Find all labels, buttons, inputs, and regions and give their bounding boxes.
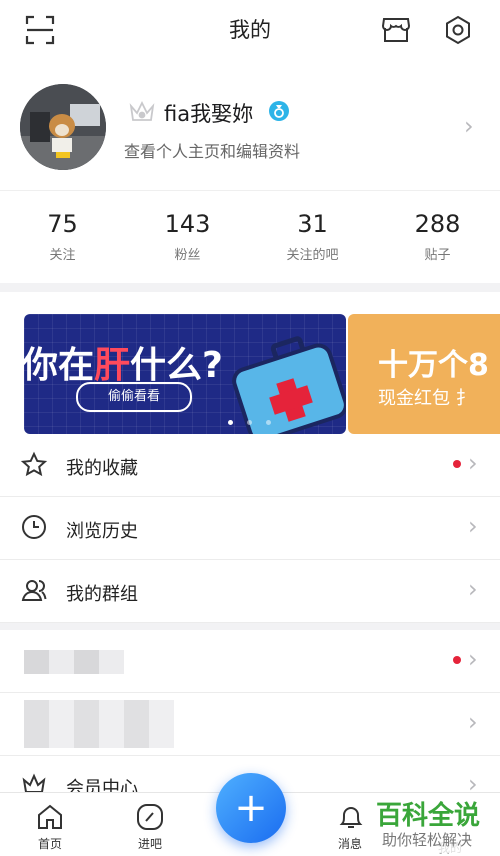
nav-label-messages[interactable]: 消息 [320, 835, 380, 852]
carousel-indicator [228, 410, 272, 429]
watermark-subtitle: 助你轻松解决 [382, 831, 473, 849]
avatar[interactable] [20, 84, 106, 170]
bell-icon[interactable] [336, 803, 366, 831]
group-icon [20, 576, 50, 606]
stat-value: 143 [164, 210, 211, 238]
stat-label: 关注的吧 [286, 248, 339, 263]
watermark: 百科全说 助你轻松解决 [372, 793, 496, 853]
notification-dot [453, 656, 461, 664]
nav-label-bars[interactable]: 进吧 [120, 835, 180, 852]
chevron-right-icon[interactable]: › [464, 112, 474, 140]
chevron-right-icon: › [468, 575, 478, 603]
stat-label: 关注 [49, 248, 76, 263]
chevron-right-icon: › [468, 449, 478, 477]
banner-headline: 十万个8 [378, 348, 489, 383]
clock-icon [20, 513, 50, 543]
stat-value: 31 [297, 210, 328, 238]
profile-subtitle: 查看个人主页和编辑资料 [124, 142, 301, 161]
store-icon[interactable] [380, 14, 412, 46]
verified-badge-icon [268, 100, 290, 122]
banner-highlight: 肝 [94, 345, 131, 386]
star-icon [20, 451, 50, 481]
plus-icon: + [234, 785, 268, 831]
banner-subtext: 现金红包 扌 [378, 388, 474, 409]
banner-button[interactable]: 偷偷看看 [76, 382, 192, 412]
banner-headline: 你在肝什么? [24, 336, 223, 388]
menu-label: 我的群组 [66, 584, 138, 605]
stat-label: 贴子 [424, 248, 451, 263]
stat-fans[interactable]: 143 粉丝 [125, 210, 250, 263]
watermark-title: 百科全说 [376, 801, 481, 831]
post-button[interactable]: + [216, 773, 286, 843]
stat-value: 75 [47, 210, 78, 238]
banner-text: 你在 [24, 345, 95, 386]
stat-value: 288 [414, 210, 461, 238]
username: fia我娶妳 [164, 102, 254, 126]
banner-slide[interactable]: 你在肝什么? 偷偷看看 [24, 314, 346, 434]
page-title: 我的 [229, 18, 271, 42]
stat-posts[interactable]: 288 贴子 [375, 210, 500, 263]
notification-dot [453, 460, 461, 468]
stat-followed-bars[interactable]: 31 关注的吧 [250, 210, 375, 263]
menu-label: 我的收藏 [66, 458, 138, 479]
chevron-right-icon: › [468, 708, 478, 736]
banner-text: 什么? [130, 345, 223, 386]
chevron-right-icon: › [468, 512, 478, 540]
banner-slide[interactable]: 十万个8 现金红包 扌 [348, 314, 500, 434]
blurred-region [24, 700, 174, 748]
stat-label: 粉丝 [174, 248, 201, 263]
compass-icon[interactable] [135, 803, 165, 831]
menu-label: 浏览历史 [66, 521, 138, 542]
blurred-region [24, 650, 124, 674]
chevron-right-icon: › [468, 645, 478, 673]
nav-label-home[interactable]: 首页 [20, 835, 80, 852]
crown-icon [128, 99, 156, 125]
settings-icon[interactable] [442, 14, 474, 46]
stat-following[interactable]: 75 关注 [0, 210, 125, 263]
home-icon[interactable] [35, 803, 65, 831]
